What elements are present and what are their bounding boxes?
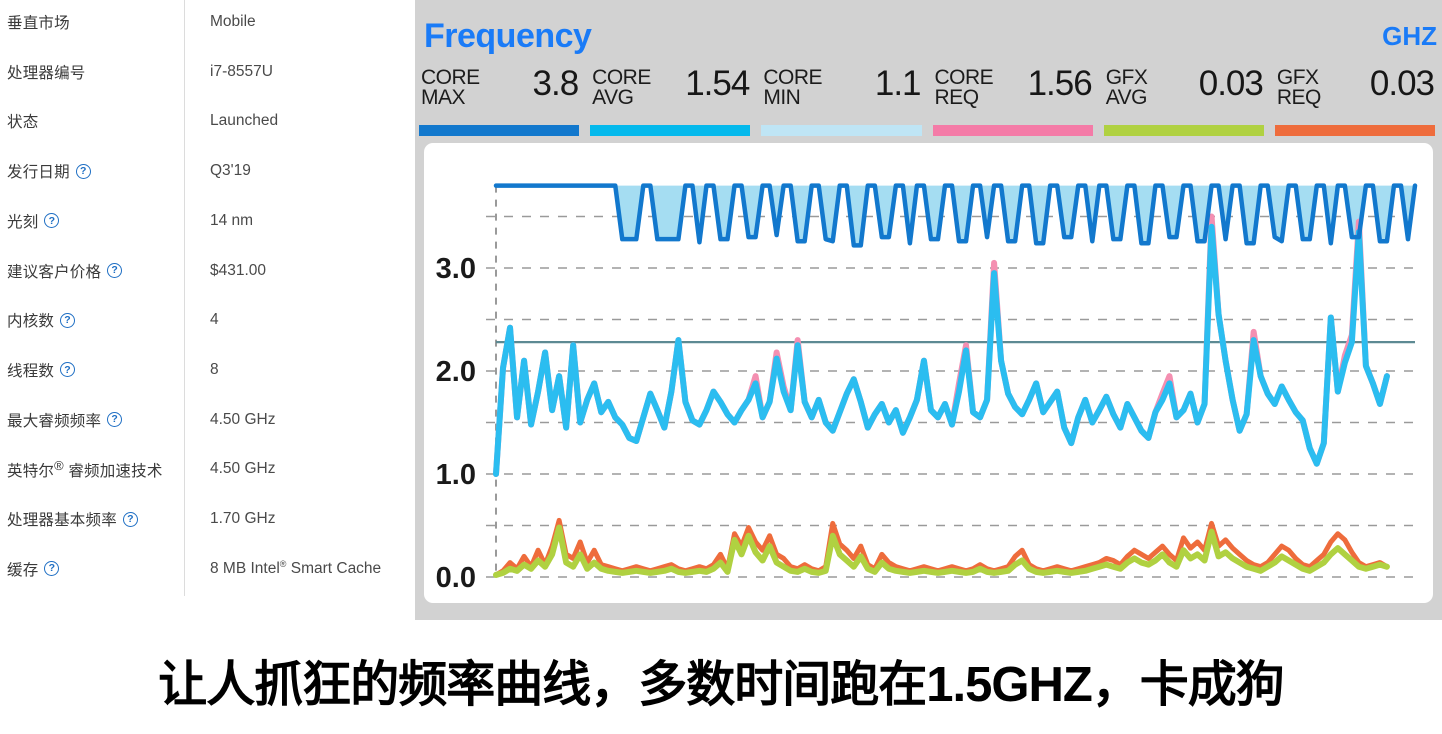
spec-value: Q3'19	[210, 162, 251, 180]
spec-row: 建议客户价格? $431.00	[0, 246, 415, 296]
help-icon[interactable]: ?	[107, 263, 123, 278]
spec-value: 4.50 GHz	[210, 410, 276, 428]
spec-label: 英特尔® 睿频加速技术	[0, 458, 184, 481]
spec-row: 处理器基本频率? 1.70 GHz	[0, 494, 415, 544]
stat-tag: CORE MIN	[763, 66, 823, 110]
frequency-chart-panel[interactable]: 0.0 1.0 2.0 3.0	[424, 143, 1433, 603]
spec-label-text: 缓存	[7, 561, 39, 579]
frequency-chart-svg: 0.0 1.0 2.0 3.0	[436, 183, 1418, 594]
stat-tag: CORE REQ	[934, 66, 994, 110]
stat-tag: GFX AVG	[1105, 66, 1148, 110]
help-icon[interactable]: ?	[44, 213, 60, 229]
processor-spec-table: 垂直市场 Mobile 处理器编号 i7-8557U 状态 Launched 发行日期? Q3…	[0, 0, 415, 620]
monitor-unit-label: GHZ	[1382, 21, 1437, 51]
stat-cell: CORE REQ 1.56	[929, 62, 1100, 143]
spec-label-text: 最大睿频频率	[7, 412, 102, 430]
spec-value: Launched	[210, 112, 279, 130]
help-icon[interactable]: ?	[60, 362, 76, 378]
spec-label: 状态	[0, 110, 184, 132]
spec-label-text: 处理器基本频率	[7, 512, 117, 529]
spec-value: 8 MB Intel® Smart Cache	[210, 559, 382, 578]
spec-row: 状态 Launched	[0, 96, 415, 146]
spec-value: 8	[210, 360, 219, 378]
spec-row: 线程数? 8	[0, 345, 415, 395]
spec-value: i7-8557U	[210, 62, 273, 80]
chart-series-core-avg	[493, 223, 1390, 477]
spec-row: 处理器编号 i7-8557U	[0, 47, 415, 97]
screenshot-root: 垂直市场 Mobile 处理器编号 i7-8557U 状态 Launched 发行日期? Q3…	[0, 0, 1442, 734]
stat-cell: CORE AVG 1.54	[586, 62, 757, 143]
spec-label-text: 光刻	[7, 213, 39, 231]
stat-value: 0.03	[1198, 64, 1264, 103]
caption-bar: 让人抓狂的频率曲线，多数时间跑在1.5GHZ，卡成狗	[0, 627, 1442, 734]
chart-y-tick-label: 2.0	[436, 356, 476, 388]
stat-value: 1.54	[685, 64, 750, 103]
spec-label: 处理器基本频率?	[0, 508, 184, 530]
spec-row: 缓存? 8 MB Intel® Smart Cache	[0, 544, 415, 594]
spec-label: 处理器编号	[0, 61, 184, 83]
stat-cell: GFX REQ 0.03	[1271, 62, 1442, 143]
spec-label: 内核数?	[0, 309, 184, 331]
spec-row: 发行日期? Q3'19	[0, 146, 415, 196]
spec-label-text: 状态	[7, 114, 39, 132]
spec-label-text: 处理器编号	[7, 64, 86, 82]
stat-color-bar	[932, 125, 1093, 136]
stat-color-bar	[1103, 125, 1264, 136]
spec-value: $431.00	[210, 261, 267, 279]
stat-color-bar	[419, 125, 580, 136]
stat-tag: GFX REQ	[1276, 66, 1322, 110]
stat-color-bar	[590, 125, 751, 136]
stat-value: 1.56	[1027, 64, 1093, 103]
spec-value: 14 nm	[210, 211, 254, 229]
stat-cell: CORE MIN 1.1	[757, 62, 928, 143]
stat-tag: CORE MAX	[421, 66, 480, 110]
spec-value: 1.70 GHz	[210, 510, 276, 527]
spec-value: Mobile	[210, 13, 256, 30]
chart-y-tick-label: 0.0	[436, 562, 476, 594]
stat-color-bar	[761, 125, 922, 136]
help-icon[interactable]: ?	[44, 561, 60, 577]
spec-label-text: 英特尔® 睿频加速技术	[7, 457, 163, 480]
stats-row: CORE MAX 3.8 CORE AVG 1.54 CORE MIN 1.1 CORE R…	[415, 62, 1442, 143]
help-icon[interactable]: ?	[75, 163, 91, 179]
spec-label: 缓存?	[0, 558, 184, 580]
stat-value: 0.03	[1369, 64, 1435, 103]
spec-label: 发行日期?	[0, 160, 184, 182]
spec-label-text: 内核数	[7, 313, 55, 331]
spec-row: 垂直市场 Mobile	[0, 0, 415, 47]
help-icon[interactable]: ?	[107, 412, 123, 428]
chart-y-ticks: 0.0 1.0 2.0 3.0	[436, 253, 476, 594]
stat-value: 3.8	[532, 64, 580, 103]
spec-label-text: 建议客户价格	[7, 263, 102, 281]
chart-y-tick-label: 3.0	[436, 253, 476, 285]
stat-value: 1.1	[874, 64, 922, 103]
spec-label-text: 垂直市场	[7, 15, 70, 32]
spec-row: 光刻? 14 nm	[0, 196, 415, 246]
monitor-title: Frequency	[424, 17, 592, 55]
stat-cell: GFX AVG 0.03	[1100, 62, 1271, 143]
spec-label: 光刻?	[0, 210, 184, 232]
help-icon[interactable]: ?	[60, 312, 76, 328]
chart-y-tick-label: 1.0	[436, 459, 476, 491]
spec-label: 最大睿频频率?	[0, 409, 184, 431]
spec-row: 英特尔® 睿频加速技术 4.50 GHz	[0, 444, 415, 494]
spec-value: 4.50 GHz	[210, 460, 276, 478]
monitor-header: Frequency GHZ CORE MAX 3.8 CORE AVG 1.54 COR…	[415, 0, 1442, 143]
spec-row: 最大睿频频率? 4.50 GHz	[0, 395, 415, 445]
stat-color-bar	[1274, 125, 1436, 136]
frequency-monitor-panel: Frequency GHZ CORE MAX 3.8 CORE AVG 1.54 COR…	[415, 0, 1442, 620]
spec-value: 4	[210, 311, 219, 329]
spec-label: 线程数?	[0, 359, 184, 381]
spec-label: 建议客户价格?	[0, 260, 184, 282]
spec-label: 垂直市场	[0, 11, 184, 33]
spec-label-text: 发行日期	[7, 164, 70, 182]
caption-text: 让人抓狂的频率曲线，多数时间跑在1.5GHZ，卡成狗	[158, 658, 1285, 712]
spec-row: 内核数? 4	[0, 295, 415, 345]
stat-tag: CORE AVG	[592, 66, 651, 110]
spec-label-text: 线程数	[7, 362, 55, 380]
stat-cell: CORE MAX 3.8	[415, 62, 586, 143]
help-icon[interactable]: ?	[122, 511, 138, 527]
